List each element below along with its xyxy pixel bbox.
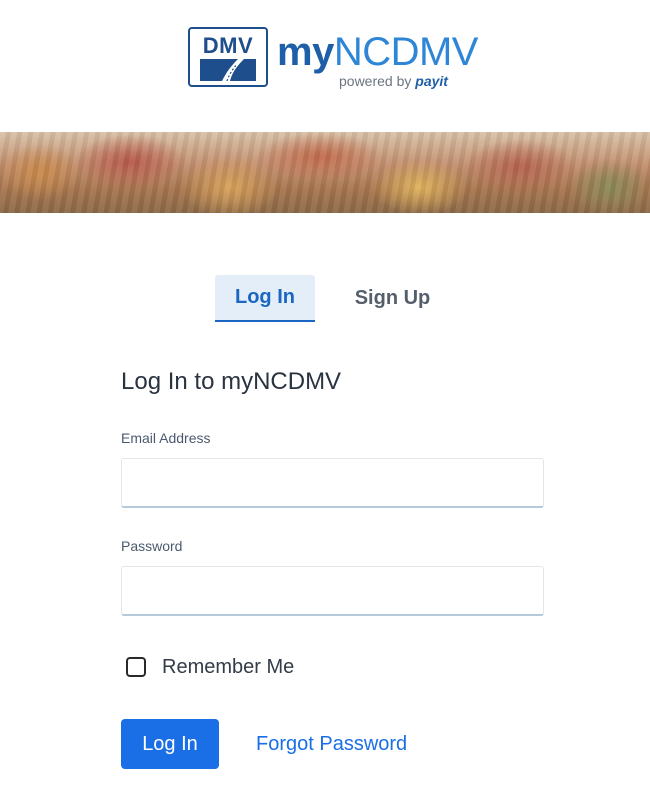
powered-by-text: powered by — [339, 73, 416, 89]
email-label: Email Address — [121, 430, 211, 446]
login-form: Log In to myNCDMV Email Address Password… — [121, 368, 544, 769]
road-icon — [200, 59, 256, 81]
remember-me-checkbox[interactable] — [126, 657, 146, 677]
remember-me: Remember Me — [121, 656, 544, 678]
forgot-password-link[interactable]: Forgot Password — [256, 733, 407, 756]
brand-wordmark: myNCDMV powered by payit — [277, 27, 482, 89]
mydmv-logo[interactable]: DMV myNCDMV powered by payit — [188, 27, 482, 89]
password-label: Password — [121, 538, 183, 554]
auth-tabs: Log In Sign Up — [215, 275, 470, 322]
form-actions: Log In Forgot Password — [121, 719, 544, 769]
powered-by: powered by payit — [339, 73, 448, 89]
email-field[interactable] — [121, 458, 544, 508]
brand-ncdmv: NCDMV — [333, 30, 479, 74]
dmv-badge-icon: DMV — [188, 27, 268, 87]
login-button[interactable]: Log In — [121, 719, 219, 769]
brand-my: my — [277, 30, 334, 74]
hero-banner-image — [0, 132, 650, 213]
payit-brand: payit — [415, 73, 448, 89]
remember-me-label[interactable]: Remember Me — [162, 656, 294, 679]
site-header: DMV myNCDMV powered by payit — [0, 0, 650, 132]
form-title: Log In to myNCDMV — [121, 368, 342, 395]
dmv-badge-text: DMV — [202, 33, 254, 58]
brand-name: myNCDMV — [277, 30, 478, 75]
password-field[interactable] — [121, 566, 544, 616]
tab-log-in[interactable]: Log In — [215, 275, 315, 322]
tab-sign-up[interactable]: Sign Up — [315, 275, 470, 322]
